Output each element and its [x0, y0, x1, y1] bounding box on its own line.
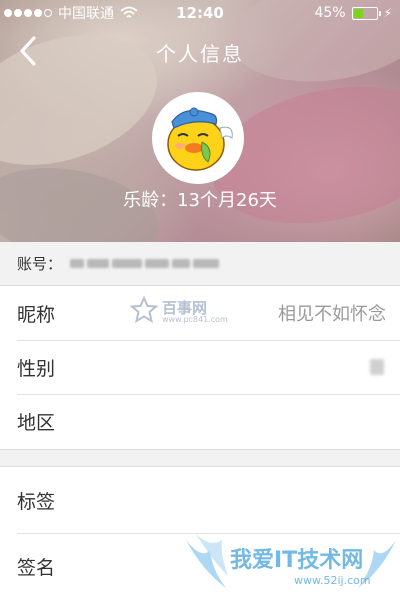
- nav-bar: 个人信息: [0, 28, 400, 74]
- account-value-blurred: [70, 259, 220, 268]
- watermark-pc841: 百事网 www.pc841.com: [129, 295, 250, 328]
- profile-header: 中国联通 12:40 45% ⚡ 个人信息 乐龄：13个月26天: [0, 0, 400, 242]
- account-label: 账号：: [17, 255, 63, 273]
- account-row: 账号：: [0, 242, 400, 286]
- watermark-52ij: 我爱IT技术网 www.52ij.com: [182, 530, 400, 600]
- status-bar: 中国联通 12:40 45% ⚡: [0, 0, 400, 26]
- nickname-label: 昵称: [17, 303, 56, 326]
- watermark-brand-2: 我爱IT技术网: [230, 548, 364, 573]
- gender-label: 性别: [17, 357, 56, 380]
- watermark-url: www.pc841.com: [162, 315, 228, 324]
- battery-percent: 45%: [314, 5, 346, 21]
- row-gender[interactable]: 性别: [0, 340, 400, 394]
- battery-fill: [353, 8, 363, 18]
- age-label: 乐龄：13个月26天: [123, 190, 277, 211]
- cartoon-duck-avatar-icon: [154, 94, 242, 182]
- battery-icon: [351, 6, 381, 20]
- nickname-value: 相见不如怀念: [278, 304, 386, 325]
- row-region[interactable]: 地区: [0, 394, 400, 448]
- tags-label: 标签: [17, 490, 56, 513]
- star-logo-icon: [129, 295, 159, 324]
- section-divider: [0, 449, 400, 466]
- watermark-url-2: www.52ij.com: [294, 574, 371, 587]
- region-label: 地区: [17, 411, 56, 434]
- row-tags[interactable]: 标签: [0, 467, 400, 533]
- page-title: 个人信息: [156, 42, 244, 66]
- gender-value-blurred: [370, 359, 384, 375]
- charging-icon: ⚡: [383, 6, 392, 20]
- signature-label: 签名: [17, 556, 56, 579]
- avatar[interactable]: [152, 92, 244, 184]
